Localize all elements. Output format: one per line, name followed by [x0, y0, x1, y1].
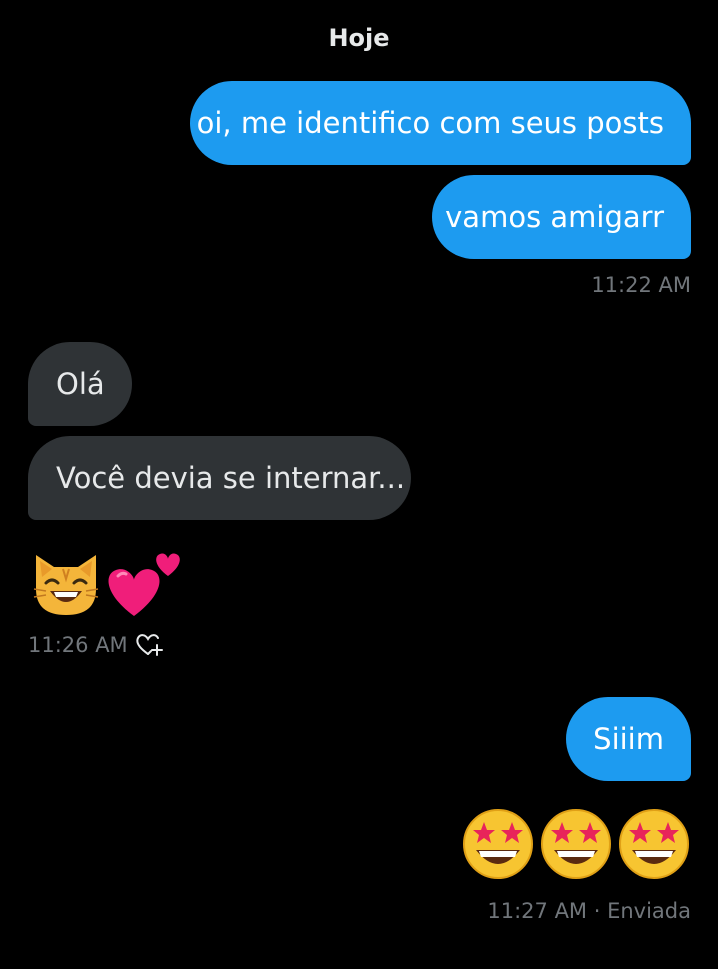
message-text: oi, me identifico com seus posts	[196, 106, 664, 140]
message-timestamp: 11:26 AM	[28, 633, 128, 657]
message-bubble-sent[interactable]: Siiim	[566, 697, 691, 781]
star-struck-emoji[interactable]	[462, 808, 534, 880]
message-timestamp: 11:22 AM	[591, 273, 691, 297]
message-text: vamos amigarr	[445, 200, 664, 234]
star-struck-emoji[interactable]	[540, 808, 612, 880]
date-separator: Hoje	[328, 24, 390, 52]
heart-plus-icon[interactable]	[134, 632, 164, 658]
two-hearts-emoji[interactable]	[104, 546, 184, 618]
message-text: Olá	[56, 367, 105, 401]
message-text: Você devia se internar...	[56, 461, 406, 495]
message-text: Siiim	[593, 722, 664, 756]
message-timestamp: 11:27 AM · Enviada	[487, 899, 691, 923]
message-bubble-sent[interactable]: oi, me identifico com seus posts	[190, 81, 691, 165]
smiling-cat-emoji[interactable]	[30, 545, 102, 617]
message-bubble-received[interactable]: Olá	[28, 342, 132, 426]
message-bubble-received[interactable]: Você devia se internar...	[28, 436, 411, 520]
star-struck-emoji[interactable]	[618, 808, 690, 880]
message-bubble-sent[interactable]: vamos amigarr	[432, 175, 691, 259]
